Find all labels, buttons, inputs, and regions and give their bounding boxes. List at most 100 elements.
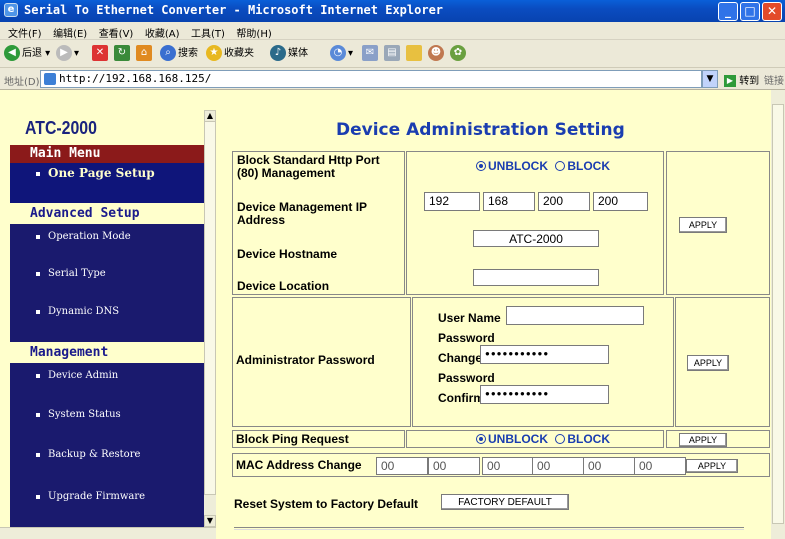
ip-address-label: Device Management IP Address [237,200,367,227]
address-input[interactable]: http://192.168.168.125/ [40,70,702,88]
msn-button[interactable]: ✿ [450,45,468,63]
menu-help[interactable]: 帮助(H) [236,25,271,40]
msn-icon: ✿ [450,45,466,61]
mac-label: MAC Address Change [236,458,362,472]
sidebar-scroll-up[interactable]: ▲ [204,110,216,122]
media-icon: ♪ [270,45,286,61]
main-menu-header: Main Menu [10,145,204,163]
hostname-input[interactable]: ATC-2000 [473,230,599,247]
reset-label: Reset System to Factory Default [234,497,419,511]
stop-icon: ✕ [92,45,108,61]
sidebar-scroll-thumb[interactable] [204,110,216,495]
page-title: Device Administration Setting [336,120,625,140]
media-button[interactable]: ♪ 媒体 [270,45,308,63]
mac-octet-2-input[interactable]: 00 [428,457,480,475]
ping-unblock-radio[interactable] [476,434,486,444]
main-scrollbar[interactable] [771,90,785,539]
messenger-button[interactable]: ☻ [428,45,446,63]
folder-icon [406,45,422,61]
mac-octet-6-input[interactable]: 00 [634,457,686,475]
http-block-radio[interactable] [555,161,566,171]
ping-radio-group: UNBLOCK BLOCK [476,432,610,446]
sidebar-item-system-status[interactable]: System Status [10,400,204,440]
password-confirm-label-1: Password [438,371,495,385]
advanced-setup-header: Advanced Setup [30,206,140,221]
user-name-label: User Name [438,311,501,325]
main-scroll-thumb[interactable] [772,104,784,524]
location-label: Device Location [237,279,330,293]
http-unblock-radio[interactable] [476,161,486,171]
divider [234,527,744,530]
stop-button[interactable]: ✕ [92,45,110,63]
sidebar-item-upgrade-firmware[interactable]: Upgrade Firmware [10,482,204,527]
mac-octet-4-input[interactable]: 00 [532,457,584,475]
go-button[interactable]: ▶ 转到 [724,72,759,87]
sidebar-scroll-down[interactable]: ▼ [204,515,216,527]
back-button[interactable]: ◀ 后退 ▾ [4,45,50,63]
bullet-icon [36,373,40,378]
user-name-input[interactable] [506,306,644,325]
location-input[interactable] [473,269,599,286]
menu-edit[interactable]: 编辑(E) [53,25,87,40]
maximize-button[interactable]: □ [740,2,760,21]
factory-default-button[interactable]: FACTORY DEFAULT [441,494,569,510]
management-header: Management [30,345,109,360]
forward-button[interactable]: ▶ ▾ [56,45,79,63]
sidebar-item-serial-type[interactable]: Serial Type [10,261,204,299]
folder-button[interactable] [406,45,424,63]
password-change-input[interactable]: ●●●●●●●●●●● [480,345,609,364]
refresh-button[interactable]: ↻ [114,45,132,63]
menu-view[interactable]: 查看(V) [99,25,134,40]
password-change-label-1: Password [438,331,495,345]
menu-favorites[interactable]: 收藏(A) [145,25,180,40]
sidebar-horizontal-scrollbar[interactable] [0,527,216,539]
apply-button-password[interactable]: APPLY [687,355,729,371]
ping-block-radio[interactable] [555,434,566,444]
star-icon: ★ [206,45,222,61]
sidebar-item-dynamic-dns[interactable]: Dynamic DNS [10,299,204,342]
mac-octet-5-input[interactable]: 00 [583,457,635,475]
menu-file[interactable]: 文件(F) [8,25,42,40]
ip-octet-4-input[interactable]: 200 [593,192,648,211]
ie-icon: e [4,3,18,17]
mac-octet-1-input[interactable]: 00 [376,457,428,475]
apply-button-ping[interactable]: APPLY [679,433,727,447]
ping-label: Block Ping Request [236,432,349,446]
apply-button-device[interactable]: APPLY [679,217,727,233]
sidebar-item-backup-restore[interactable]: Backup & Restore [10,440,204,482]
history-button[interactable]: ◔ ▾ [330,45,353,63]
password-confirm-input[interactable]: ●●●●●●●●●●● [480,385,609,404]
ip-octet-1-input[interactable]: 192 [424,192,480,211]
minimize-button[interactable]: _ [718,2,738,21]
password-confirm-label-2: Confirm [438,391,484,405]
mac-octet-3-input[interactable]: 00 [482,457,534,475]
print-button[interactable]: ▤ [384,45,402,63]
mail-button[interactable]: ✉ [362,45,380,63]
apply-button-mac[interactable]: APPLY [686,459,738,473]
home-button[interactable]: ⌂ [136,45,154,63]
address-dropdown[interactable]: ▼ [702,70,718,88]
messenger-icon: ☻ [428,45,444,61]
sidebar-frame: ATC-2000 Main Menu One Page Setup Advanc… [0,90,216,539]
favorites-button[interactable]: ★ 收藏夹 [206,45,254,63]
search-button[interactable]: ⌕ 搜索 [160,45,198,63]
bullet-icon [36,494,40,499]
admin-password-label: Administrator Password [236,353,375,367]
menu-tools[interactable]: 工具(T) [191,25,225,40]
bullet-icon [36,271,40,276]
bullet-icon [36,412,40,417]
sidebar-scrollbar[interactable] [204,110,216,530]
forward-arrow-icon: ▶ [56,45,72,61]
ip-octet-3-input[interactable]: 200 [538,192,590,211]
sidebar-item-device-admin[interactable]: Device Admin [10,363,204,400]
ip-octet-2-input[interactable]: 168 [483,192,535,211]
page-icon [44,73,56,85]
home-icon: ⌂ [136,45,152,61]
bullet-icon [36,309,40,314]
sidebar-item-operation-mode[interactable]: Operation Mode [10,224,204,261]
bullet-icon [36,171,40,176]
go-arrow-icon: ▶ [724,75,736,87]
close-button[interactable]: ✕ [762,2,782,21]
sidebar-item-one-page-setup[interactable]: One Page Setup [10,163,204,203]
print-icon: ▤ [384,45,400,61]
